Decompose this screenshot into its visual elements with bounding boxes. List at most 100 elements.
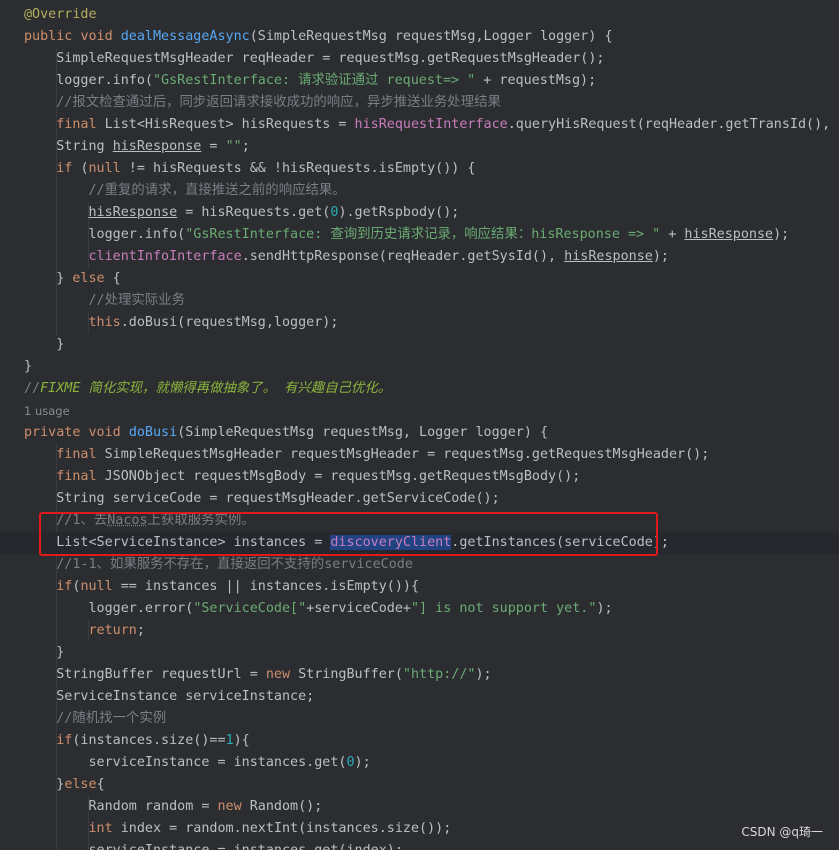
code-token: else: [64, 777, 97, 792]
code-line[interactable]: public void dealMessageAsync(SimpleReque…: [0, 26, 839, 48]
code-token: new: [265, 667, 299, 682]
code-line[interactable]: String serviceCode = requestMsgHeader.ge…: [0, 488, 839, 510]
usage-hint[interactable]: 1 usage: [0, 400, 839, 422]
code-line[interactable]: final SimpleRequestMsgHeader requestMsgH…: [0, 444, 839, 466]
code-line[interactable]: logger.info("GsRestInterface: 查询到历史请求记录，…: [0, 224, 839, 246]
code-token: logger.info(: [24, 227, 186, 242]
code-line[interactable]: //1-1、如果服务不存在，直接返回不支持的serviceCode: [0, 554, 839, 576]
code-line[interactable]: String hisResponse = "";: [0, 136, 839, 158]
code-token: ;: [136, 623, 145, 638]
code-token: null: [80, 579, 113, 594]
code-token: this: [88, 315, 121, 330]
code-token: );: [652, 249, 669, 264]
code-line[interactable]: private void doBusi(SimpleRequestMsg req…: [0, 422, 839, 444]
code-token: SimpleRequestMsgHeader reqHeader = reque…: [24, 51, 605, 66]
code-token: //重复的请求，直接推送之前的响应结果。: [24, 183, 346, 198]
code-token: .queryHisRequest(reqHeader.getTransId(),…: [507, 117, 839, 132]
code-line[interactable]: if (null != hisRequests && !hisRequests.…: [0, 158, 839, 180]
code-token: //1-1、如果服务不存在，直接返回不支持的serviceCode: [24, 557, 413, 572]
code-token: null: [88, 161, 121, 176]
watermark: CSDN @q琦一: [741, 825, 823, 839]
code-line[interactable]: //处理实际业务: [0, 290, 839, 312]
code-line[interactable]: //重复的请求，直接推送之前的响应结果。: [0, 180, 839, 202]
code-token: final: [56, 469, 105, 484]
code-line[interactable]: }: [0, 334, 839, 356]
code-line[interactable]: final List<HisRequest> hisRequests = his…: [0, 114, 839, 136]
code-line[interactable]: logger.info("GsRestInterface: 请求验证通过 req…: [0, 70, 839, 92]
code-token: return: [88, 623, 137, 638]
code-line[interactable]: SimpleRequestMsgHeader reqHeader = reque…: [0, 48, 839, 70]
code-token: List<HisRequest> hisRequests =: [104, 117, 355, 132]
code-line[interactable]: }: [0, 356, 839, 378]
code-token: final: [56, 117, 105, 132]
code-line[interactable]: }else{: [0, 774, 839, 796]
code-token: String serviceCode = requestMsgHeader.ge…: [24, 491, 500, 506]
code-token: StringBuffer requestUrl =: [24, 667, 266, 682]
code-token: else: [72, 271, 105, 286]
code-line[interactable]: StringBuffer requestUrl = new StringBuff…: [0, 664, 839, 686]
code-token: 上获取服务实例。: [147, 513, 255, 528]
code-line[interactable]: int index = random.nextInt(instances.siz…: [0, 818, 839, 840]
code-token: logger.info(: [24, 73, 153, 88]
code-token: public: [24, 29, 81, 44]
code-line[interactable]: final JSONObject requestMsgBody = reques…: [0, 466, 839, 488]
code-token: if: [56, 161, 81, 176]
code-token: StringBuffer(: [298, 667, 403, 682]
code-line[interactable]: @Override: [0, 4, 839, 26]
code-editor[interactable]: @Override public void dealMessageAsync(Si…: [0, 0, 839, 850]
code-token: private: [24, 425, 89, 440]
code-token: SimpleRequestMsgHeader requestMsgHeader …: [104, 447, 710, 462]
code-token: == instances || instances.isEmpty()){: [112, 579, 420, 594]
code-token: }: [24, 645, 65, 660]
code-token: if: [56, 579, 73, 594]
code-token: "http://": [402, 667, 476, 682]
code-token: FIXME 简化实现，就懒得再做抽象了。 有兴趣自己优化。: [40, 381, 392, 396]
code-token: //: [24, 381, 41, 396]
code-line[interactable]: Random random = new Random();: [0, 796, 839, 818]
code-token: 1: [225, 733, 234, 748]
code-line[interactable]: //随机找一个实例: [0, 708, 839, 730]
code-token: String: [24, 139, 113, 154]
code-token: (SimpleRequestMsg requestMsg, Logger log…: [177, 425, 549, 440]
code-line[interactable]: serviceInstance = instances.get(index);: [0, 840, 839, 850]
code-token: }: [24, 777, 65, 792]
code-token: ServiceInstance serviceInstance;: [24, 689, 315, 704]
code-token: 1 usage: [24, 404, 70, 418]
code-line[interactable]: } else {: [0, 268, 839, 290]
code-line[interactable]: this.doBusi(requestMsg,logger);: [0, 312, 839, 334]
code-line[interactable]: logger.error("ServiceCode["+serviceCode+…: [0, 598, 839, 620]
code-line[interactable]: //报文检查通过后，同步返回请求接收成功的响应，异步推送业务处理结果: [0, 92, 839, 114]
code-line[interactable]: }: [0, 642, 839, 664]
code-token: .getInstances(serviceCode);: [451, 535, 669, 550]
code-token: Random random =: [24, 799, 218, 814]
code-token: JSONObject requestMsgBody = requestMsg.g…: [104, 469, 581, 484]
code-token: {: [96, 777, 105, 792]
code-line[interactable]: clientInfoInterface.sendHttpResponse(req…: [0, 246, 839, 268]
code-line[interactable]: serviceInstance = instances.get(0);: [0, 752, 839, 774]
code-line[interactable]: //1、去Nacos上获取服务实例。: [0, 510, 839, 532]
code-line[interactable]: List<ServiceInstance> instances = discov…: [0, 532, 839, 554]
code-token: void: [80, 29, 121, 44]
code-token: hisResponse: [112, 139, 202, 154]
code-line[interactable]: //FIXME 简化实现，就懒得再做抽象了。 有兴趣自己优化。: [0, 378, 839, 400]
code-token: if: [56, 733, 73, 748]
code-line[interactable]: ServiceInstance serviceInstance;: [0, 686, 839, 708]
code-token: {: [104, 271, 121, 286]
code-line[interactable]: if(null == instances || instances.isEmpt…: [0, 576, 839, 598]
code-line[interactable]: hisResponse = hisRequests.get(0).getRspb…: [0, 202, 839, 224]
code-line[interactable]: if(instances.size()==1){: [0, 730, 839, 752]
code-token: new: [217, 799, 250, 814]
code-token: "ServiceCode[": [193, 601, 307, 616]
code-token: index = random.nextInt(instances.size())…: [120, 821, 452, 836]
code-token: );: [354, 755, 371, 770]
code-line[interactable]: return;: [0, 620, 839, 642]
code-token: List<ServiceInstance> instances =: [24, 535, 331, 550]
code-token: "] is not support yet.": [411, 601, 597, 616]
